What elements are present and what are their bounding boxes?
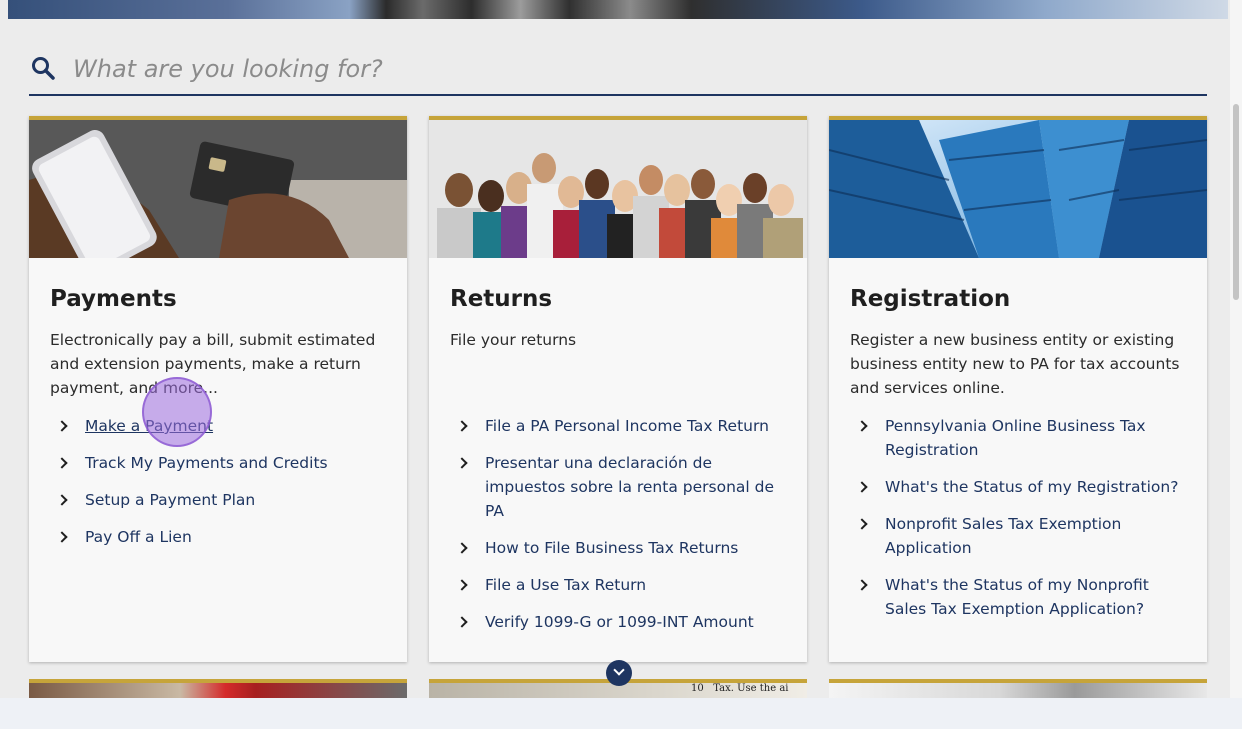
chevron-right-icon [456,457,468,469]
hero-banner-edge [8,0,1228,19]
link-nonprofit-exemption[interactable]: Nonprofit Sales Tax Exemption Applicatio… [850,512,1190,560]
chevron-right-icon [456,542,468,554]
card-partial-right [829,679,1207,698]
payments-link-list: Make a Payment Track My Payments and Cre… [50,414,390,562]
chevron-right-icon [56,457,68,469]
chevron-right-icon [856,579,868,591]
chevron-down-icon [613,664,625,676]
link-make-a-payment[interactable]: Make a Payment [50,414,390,438]
chevron-right-icon [56,494,68,506]
scrollbar-thumb[interactable] [1233,104,1239,300]
link-presentar-declaracion[interactable]: Presentar una declaración de impuestos s… [450,451,790,523]
chevron-right-icon [856,420,868,432]
click-indicator [142,377,212,447]
registration-link-list: Pennsylvania Online Business Tax Registr… [850,414,1190,634]
chevron-right-icon [56,531,68,543]
link-file-pit-return[interactable]: File a PA Personal Income Tax Return [450,414,790,438]
search-bar[interactable]: What are you looking for? [29,50,1207,96]
link-nonprofit-status[interactable]: What's the Status of my Nonprofit Sales … [850,573,1190,621]
link-business-tax-returns[interactable]: How to File Business Tax Returns [450,536,790,560]
partial-form-text: 10 Tax. Use the ai [691,683,789,694]
card-payments: Payments Electronically pay a bill, subm… [29,116,407,662]
card-returns: Returns File your returns File a PA Pers… [429,116,807,662]
returns-photo [429,120,807,258]
search-icon [32,57,55,80]
link-verify-1099[interactable]: Verify 1099-G or 1099-INT Amount [450,610,790,634]
payments-photo [29,120,407,258]
returns-link-list: File a PA Personal Income Tax Return Pre… [450,414,790,647]
link-registration-status[interactable]: What's the Status of my Registration? [850,475,1190,499]
chevron-right-icon [856,518,868,530]
chevron-right-icon [456,420,468,432]
chevron-right-icon [456,616,468,628]
link-online-business-registration[interactable]: Pennsylvania Online Business Tax Registr… [850,414,1190,462]
link-pay-off-lien[interactable]: Pay Off a Lien [50,525,390,549]
scroll-down-button[interactable] [606,660,632,686]
chevron-right-icon [456,579,468,591]
card-title: Registration [850,286,1011,312]
link-track-payments[interactable]: Track My Payments and Credits [50,451,390,475]
card-title: Payments [50,286,177,312]
link-payment-plan[interactable]: Setup a Payment Plan [50,488,390,512]
registration-photo [829,120,1207,258]
card-registration: Registration Register a new business ent… [829,116,1207,662]
chevron-right-icon [56,420,68,432]
card-partial-left [29,679,407,698]
page-viewport: What are you looking for? Payments Elect… [0,0,1242,698]
link-use-tax-return[interactable]: File a Use Tax Return [450,573,790,597]
card-description: File your returns [450,331,577,349]
chevron-right-icon [856,481,868,493]
search-input[interactable]: What are you looking for? [73,55,383,83]
card-title: Returns [450,286,553,312]
card-description: Electronically pay a bill, submit estima… [50,331,376,397]
footer-blank [0,698,1242,729]
card-description: Register a new business entity or existi… [850,331,1180,397]
